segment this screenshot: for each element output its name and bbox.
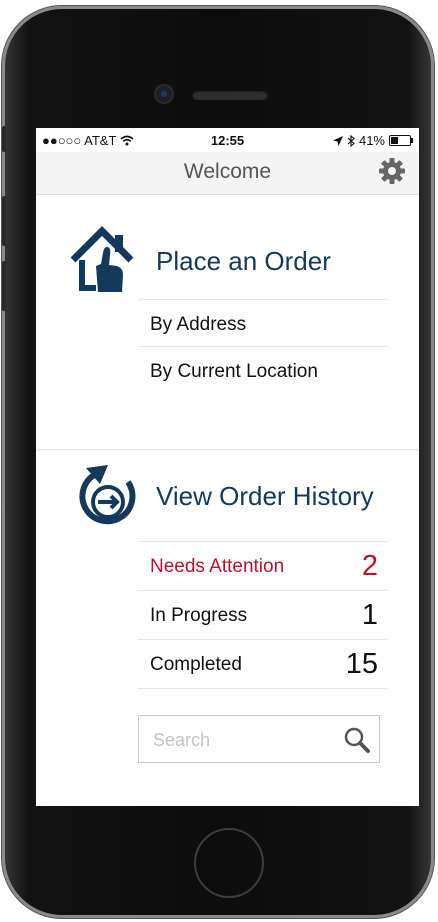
row-label: In Progress: [150, 605, 248, 626]
status-row-needs-attention[interactable]: Needs Attention 2: [138, 541, 388, 590]
battery-icon: [389, 135, 413, 146]
status-bar: ●●○○○ AT&T 12:55 41%: [36, 128, 419, 152]
gear-icon[interactable]: [377, 156, 407, 186]
location-arrow-icon: [332, 135, 343, 146]
history-icon: [79, 465, 136, 525]
row-count: 15: [345, 648, 378, 680]
volume-up-button: [2, 196, 6, 246]
home-touch-icon: [70, 226, 134, 292]
section-divider: [36, 449, 419, 450]
row-label: Completed: [150, 654, 242, 675]
volume-down-button: [2, 261, 6, 311]
row-label: Needs Attention: [150, 556, 285, 577]
option-by-address[interactable]: By Address: [138, 299, 388, 348]
battery-percent: 41%: [358, 133, 385, 148]
mute-switch: [2, 126, 6, 152]
option-by-current-location[interactable]: By Current Location: [138, 346, 388, 395]
row-count: 1: [361, 599, 378, 631]
order-history-title[interactable]: View Order History: [156, 481, 374, 512]
search-input[interactable]: Search: [138, 715, 380, 763]
row-count: 2: [361, 550, 378, 582]
page-title: Welcome: [183, 160, 272, 183]
option-label: By Current Location: [150, 361, 318, 382]
status-row-completed[interactable]: Completed 15: [138, 639, 388, 689]
home-button[interactable]: [194, 828, 264, 898]
earpiece-speaker: [192, 90, 268, 100]
nav-bar: Welcome: [36, 152, 419, 195]
status-row-in-progress[interactable]: In Progress 1: [138, 590, 388, 639]
search-placeholder: Search: [153, 730, 211, 750]
app-screen: ●●○○○ AT&T 12:55 41% Welcome Place an Or…: [36, 128, 419, 806]
status-right-group: 41%: [332, 133, 413, 148]
bluetooth-icon: [347, 134, 355, 147]
option-label: By Address: [150, 314, 247, 335]
place-order-title[interactable]: Place an Order: [156, 246, 331, 277]
front-camera: [156, 86, 172, 102]
search-icon[interactable]: [343, 726, 371, 754]
